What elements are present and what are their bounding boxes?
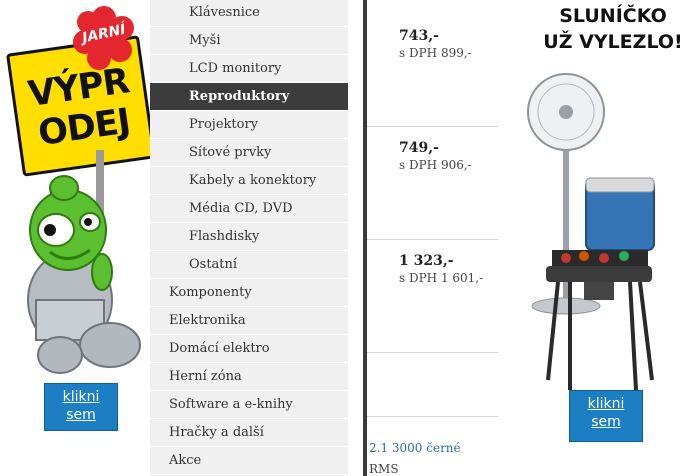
menu-item-lcd-monitory[interactable]: LCD monitory [150,55,348,83]
product-price: 743,- [399,28,439,44]
menu-item-hra-ky-a-dal-[interactable]: Hračky a další [150,419,348,447]
right-gap [498,0,526,476]
menu-item-kl-vesnice[interactable]: Klávesnice [150,0,348,27]
product-divider [367,416,498,417]
menu-item-hern-z-na[interactable]: Herní zóna [150,363,348,391]
menu-item-reproduktory[interactable]: Reproduktory [150,83,348,111]
product-price-block: 749,- s DPH 906,- [399,140,472,172]
category-menu: Klávesnice Myši LCD monitory Reproduktory Pr… [150,0,348,476]
product-divider [367,239,498,240]
product-price-block: 743,- s DPH 899,- [399,28,472,60]
menu-item-akce[interactable]: Akce [150,447,348,475]
right-banner-title-1: SLUNÍČKO [559,5,667,27]
menu-item-ostatn-[interactable]: Ostatní [150,251,348,279]
alien-mascot-icon [27,150,141,374]
left-ad-banner[interactable]: VÝPR ODEJ JARNÍ klikni sem [0,0,150,476]
product-divider [367,352,498,353]
menu-item-s-tov-prvky[interactable]: Sítové prvky [150,139,348,167]
product-price-vat: s DPH 906,- [399,158,472,172]
right-click-here-button[interactable]: klikni sem [569,390,643,442]
category-list: Klávesnice Myši LCD monitory Reproduktory Pr… [150,0,348,475]
menu-item-my-i[interactable]: Myši [150,27,348,55]
menu-item-m-dia-cd-dvd[interactable]: Média CD, DVD [150,195,348,223]
menu-item-flashdisky[interactable]: Flashdisky [150,223,348,251]
menu-item-komponenty[interactable]: Komponenty [150,279,348,307]
product-price: 749,- [399,140,439,156]
menu-item-software-a-e-knihy[interactable]: Software a e-knihy [150,391,348,419]
right-ad-banner[interactable]: SLUNÍČKO UŽ VYLEZLO! klikni sem [526,0,700,476]
menu-item-elektronika[interactable]: Elektronika [150,307,348,335]
left-button-line-2: sem [66,407,96,423]
product-list: 743,- s DPH 899,- 749,- s DPH 906,- 1 32… [367,0,498,476]
product-price-block: 1 323,- s DPH 1 601,- [399,253,483,285]
right-banner-title-2: UŽ VYLEZLO! [543,31,683,53]
summer-products-illustration [527,73,655,391]
menu-item-dom-c-elektro[interactable]: Domácí elektro [150,335,348,363]
left-button-line-1: klikni [62,389,100,405]
menu-item-projektory[interactable]: Projektory [150,111,348,139]
right-button-line-2: sem [591,414,621,430]
product-price-vat: s DPH 899,- [399,46,472,60]
left-click-here-button[interactable]: klikni sem [44,383,118,431]
product-price-vat: s DPH 1 601,- [399,271,484,285]
product-name-link[interactable]: 2.1 3000 černé [369,441,461,455]
product-divider [367,126,498,127]
product-name-text: RMS [369,462,399,476]
gutter [348,0,360,476]
right-button-line-1: klikni [587,396,625,412]
product-price: 1 323,- [399,253,454,269]
menu-item-kabely-a-konektory[interactable]: Kabely a konektory [150,167,348,195]
